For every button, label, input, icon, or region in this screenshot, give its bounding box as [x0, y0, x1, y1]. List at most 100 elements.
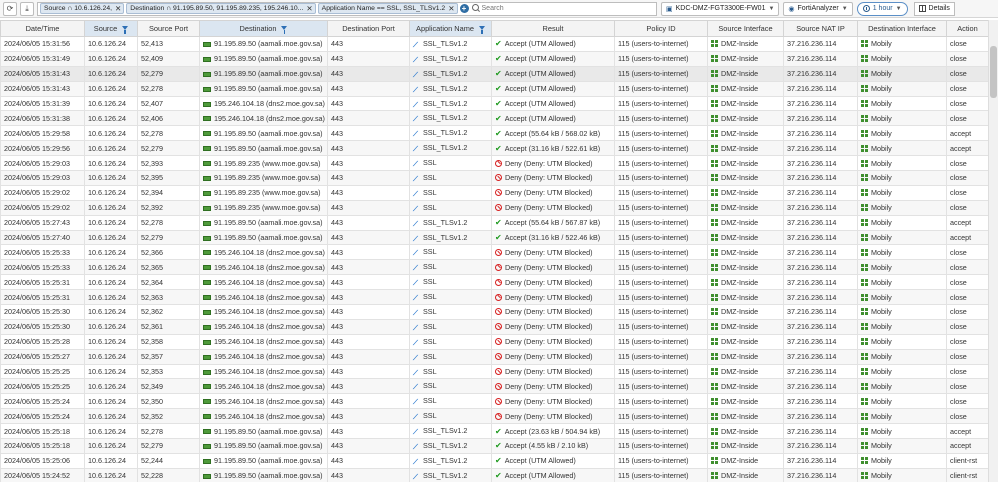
deny-circle-icon: [495, 353, 502, 361]
cell-action: accept: [946, 214, 988, 231]
table-row[interactable]: 2024/06/05 15:31:39 10.6.126.24 52,407 195.…: [0, 95, 988, 112]
filter-bar[interactable]: Source ∩ 10.6.126.24, ✕ Destination ∩ 91.…: [37, 1, 657, 16]
table-row[interactable]: 2024/06/05 15:25:06 10.6.126.24 52,244 91.1…: [0, 452, 988, 469]
table-row[interactable]: 2024/06/05 15:25:28 10.6.126.24 52,358 195.…: [0, 333, 988, 350]
cell-action-text: close: [950, 337, 967, 347]
application-icon: ⟋: [413, 250, 418, 258]
column-header[interactable]: Action: [946, 20, 988, 37]
download-button[interactable]: ⤓: [20, 1, 34, 16]
table-row[interactable]: 2024/06/05 15:31:43 10.6.126.24 52,278 91.1…: [0, 80, 988, 97]
column-header[interactable]: Source: [84, 20, 138, 37]
cell-datetime-text: 2024/06/05 15:31:49: [4, 54, 70, 64]
column-header[interactable]: Date/Time: [0, 20, 85, 37]
filter-chip-application[interactable]: Application Name == SSL, SSL_TLSv1.2 ✕: [317, 3, 458, 14]
table-row[interactable]: 2024/06/05 15:27:40 10.6.126.24 52,279 91.1…: [0, 229, 988, 246]
cell-destination: 91.195.89.50 (aamali.moe.gov.sa): [199, 214, 328, 231]
filter-funnel-icon[interactable]: [478, 26, 485, 34]
filter-chip-destination[interactable]: Destination ∩ 91.195.89.50, 91.195.89.23…: [126, 3, 316, 14]
device-dropdown[interactable]: ▣ KDC-DMZ-FGT3300E-FW01 ▼: [661, 1, 780, 16]
table-row[interactable]: 2024/06/05 15:29:03 10.6.126.24 52,395 91.1…: [0, 170, 988, 186]
filter-chip-source[interactable]: Source ∩ 10.6.126.24, ✕: [40, 3, 125, 14]
clock-icon: [862, 5, 870, 12]
table-row[interactable]: 2024/06/05 15:24:52 10.6.126.24 52,228 91.1…: [0, 467, 988, 482]
cell-policy-id: 115 (users-to-internet): [614, 452, 708, 469]
table-row[interactable]: 2024/06/05 15:25:33 10.6.126.24 52,365 195.…: [0, 259, 988, 276]
table-row[interactable]: 2024/06/05 15:29:58 10.6.126.24 52,278 91.1…: [0, 125, 988, 142]
details-button[interactable]: Details: [913, 1, 955, 16]
remove-filter-icon[interactable]: ✕: [306, 4, 312, 13]
cell-result-text: Deny (Deny: UTM Blocked): [505, 247, 593, 257]
interface-icon: [861, 442, 868, 449]
table-row[interactable]: 2024/06/05 15:25:18 10.6.126.24 52,279 91.1…: [0, 438, 988, 454]
cell-policy-id-text: 115 (users-to-internet): [618, 262, 689, 272]
refresh-button[interactable]: ⟳: [3, 1, 17, 16]
cell-source-nat-ip-text: 37.216.236.114: [787, 322, 837, 332]
cell-action: close: [946, 378, 988, 395]
column-header[interactable]: Source NAT IP: [783, 20, 858, 37]
table-row[interactable]: 2024/06/05 15:25:24 10.6.126.24 52,352 195.…: [0, 408, 988, 425]
remove-filter-icon[interactable]: ✕: [115, 4, 121, 13]
cell-source-nat-ip: 37.216.236.114: [783, 259, 858, 276]
column-header[interactable]: Application Name: [409, 20, 492, 37]
network-icon: [203, 458, 211, 464]
column-header[interactable]: Destination Port: [327, 20, 410, 37]
table-row[interactable]: 2024/06/05 15:31:38 10.6.126.24 52,406 195.…: [0, 110, 988, 127]
table-row[interactable]: 2024/06/05 15:25:25 10.6.126.24 52,349 195.…: [0, 378, 988, 395]
scrollbar-thumb[interactable]: [990, 46, 997, 98]
cell-source-port: 52,279: [137, 438, 200, 454]
cell-source-interface: DMZ-Inside: [707, 184, 784, 201]
cell-datetime: 2024/06/05 15:25:30: [0, 304, 85, 320]
interface-icon: [861, 412, 868, 420]
table-row[interactable]: 2024/06/05 15:25:30 10.6.126.24 52,361 195.…: [0, 318, 988, 335]
table-row[interactable]: 2024/06/05 15:25:30 10.6.126.24 52,362 195.…: [0, 304, 988, 320]
table-row[interactable]: 2024/06/05 15:29:56 10.6.126.24 52,279 91.1…: [0, 140, 988, 157]
cell-source-text: 10.6.126.24: [88, 277, 126, 287]
cell-source-interface-text: DMZ-Inside: [721, 471, 759, 481]
cell-application: ⟋ SSL_TLSv1.2: [409, 36, 492, 52]
deny-circle-icon: [495, 174, 502, 182]
source-dropdown[interactable]: ◉ FortiAnalyzer ▼: [783, 1, 853, 16]
cell-policy-id: 115 (users-to-internet): [614, 95, 708, 112]
time-range-dropdown[interactable]: 1 hour ▼: [856, 1, 908, 16]
filter-funnel-icon[interactable]: [281, 26, 288, 34]
cell-source-interface: DMZ-Inside: [707, 140, 784, 157]
table-row[interactable]: 2024/06/05 15:25:31 10.6.126.24 52,363 195.…: [0, 289, 988, 306]
add-filter-icon[interactable]: +: [459, 4, 469, 13]
vertical-scrollbar[interactable]: [988, 20, 998, 482]
cell-application: ⟋ SSL: [409, 378, 492, 395]
filter-funnel-icon[interactable]: [122, 26, 129, 34]
remove-filter-icon[interactable]: ✕: [448, 4, 454, 13]
table-row[interactable]: 2024/06/05 15:27:43 10.6.126.24 52,278 91.1…: [0, 214, 988, 231]
table-row[interactable]: 2024/06/05 15:31:56 10.6.126.24 52,413 91.1…: [0, 36, 988, 52]
table-row[interactable]: 2024/06/05 15:25:24 10.6.126.24 52,350 195.…: [0, 393, 988, 410]
column-header[interactable]: Policy ID: [614, 20, 708, 37]
table-row[interactable]: 2024/06/05 15:29:02 10.6.126.24 52,392 91.1…: [0, 199, 988, 216]
interface-icon: [711, 368, 718, 375]
column-header[interactable]: Result: [491, 20, 615, 37]
cell-result-text: Deny (Deny: UTM Blocked): [505, 322, 593, 332]
cell-datetime: 2024/06/05 15:25:24: [0, 393, 85, 410]
search-input[interactable]: [480, 3, 656, 14]
cell-application-text: SSL_TLSv1.2: [423, 426, 468, 436]
column-header[interactable]: Source Interface: [707, 20, 784, 37]
table-row[interactable]: 2024/06/05 15:31:43 10.6.126.24 52,279 91.1…: [0, 65, 988, 82]
network-icon: [203, 473, 211, 479]
table-row[interactable]: 2024/06/05 15:29:02 10.6.126.24 52,394 91.1…: [0, 184, 988, 201]
table-row[interactable]: 2024/06/05 15:25:18 10.6.126.24 52,278 91.1…: [0, 423, 988, 440]
column-header-label: Destination: [239, 24, 277, 33]
column-header[interactable]: Destination: [199, 20, 328, 37]
cell-application-text: SSL: [423, 351, 437, 361]
column-header-label: Application Name: [416, 24, 474, 33]
table-row[interactable]: 2024/06/05 15:25:25 10.6.126.24 52,353 195.…: [0, 363, 988, 380]
column-header[interactable]: Source Port: [137, 20, 200, 37]
table-row[interactable]: 2024/06/05 15:25:27 10.6.126.24 52,357 195.…: [0, 348, 988, 365]
column-header[interactable]: Destination Interface: [857, 20, 947, 37]
table-row[interactable]: 2024/06/05 15:25:33 10.6.126.24 52,366 195.…: [0, 244, 988, 261]
cell-source-interface-text: DMZ-Inside: [721, 292, 759, 302]
table-row[interactable]: 2024/06/05 15:29:03 10.6.126.24 52,393 91.1…: [0, 155, 988, 172]
cell-action-text: close: [950, 173, 967, 183]
table-row[interactable]: 2024/06/05 15:31:49 10.6.126.24 52,409 91.1…: [0, 50, 988, 67]
cell-source: 10.6.126.24: [84, 393, 138, 410]
table-row[interactable]: 2024/06/05 15:25:31 10.6.126.24 52,364 195.…: [0, 274, 988, 291]
interface-icon: [861, 40, 868, 47]
